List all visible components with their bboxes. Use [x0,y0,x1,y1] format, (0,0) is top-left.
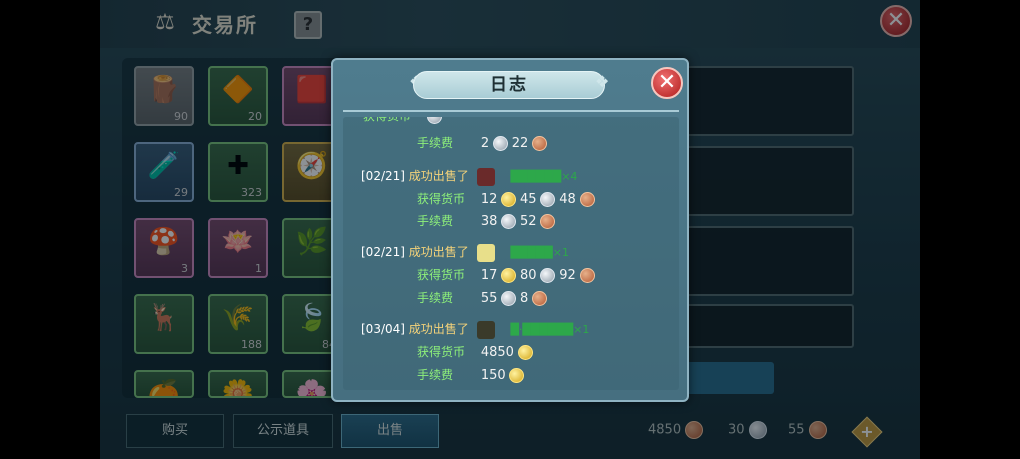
log-line-fee: 手续费 2 22 [417,134,548,151]
gold-balance: 4850 [648,421,704,439]
copper-balance: 55 [788,421,827,439]
log-dialog: ❖ 日志 ❖ ✕ 获得货币 手续费 2 22 [02/21] 成功出售了 ███… [331,58,689,402]
copper-coin-icon [579,268,595,283]
silver-coin-icon [540,192,556,207]
gold-coin-icon [509,368,525,383]
log-line-income: 获得货币 4850 [417,343,533,360]
dialog-header: 日志 [413,71,605,99]
log-line-income: 获得货币 17 80 92 [417,266,595,283]
ornament-right-icon: ❖ [595,72,610,91]
flower-icon: 🌼 [221,379,255,398]
gold-coin-icon [517,345,533,360]
log-line-income: 获得货币 12 45 48 [417,190,595,207]
plus-icon: + [860,422,874,441]
lotus-icon: 🪷 [221,227,255,257]
medallion-icon: ✚ [227,151,249,181]
copper-coin-icon [532,291,548,306]
log-line-fee: 手续费 38 52 [417,212,556,229]
scale-icon: ⚖ [155,10,175,35]
inventory-panel: 🪵 90 🔶 20 🟥 🧪 29 ✚ 323 🧭 🍄 3 🪷 1 🌿 🦌 🌾 188 🍃 84 … [122,58,352,398]
silver-coin-icon [748,421,767,439]
gold-coin-icon [501,192,517,207]
item-slot-antler[interactable]: 🦌 [134,294,194,354]
copper-coin-icon [579,192,595,207]
gold-coin-icon [501,268,517,283]
log-entry-header: [02/21] 成功出售了 █████×1 [361,243,569,262]
crystal-icon: 🔶 [221,75,255,105]
confirm-button[interactable] [682,362,774,394]
coin-icon [685,421,704,439]
dialog-title: 日志 [490,75,528,95]
listing-slot[interactable] [682,304,854,348]
silver-coin-icon [492,136,508,151]
item-slot-flask[interactable]: 🧪 29 [134,142,194,202]
item-slot-partial-1[interactable]: 🍊 [134,370,194,398]
item-slot-mushroom[interactable]: 🍄 3 [134,218,194,278]
log-line-income-partial: 获得货币 [363,117,442,124]
add-currency-button[interactable]: + [851,416,883,448]
silver-coin-icon [540,268,556,283]
sold-item-icon [476,243,495,262]
item-slot-lotus[interactable]: 🪷 1 [208,218,268,278]
item-slot-wood[interactable]: 🪵 90 [134,66,194,126]
flask-icon: 🧪 [147,151,181,181]
item-slot-medallion[interactable]: ✚ 323 [208,142,268,202]
buy-tab[interactable]: 购买 [126,414,224,448]
log-line-fee: 手续费 150 [417,366,525,383]
copper-coin-icon [808,421,827,439]
title-bar: ⚖ 交易所 ? ✕ [100,0,920,48]
listing-slot[interactable] [682,66,854,136]
log-entry-header: [02/21] 成功出售了 ██████×4 [361,167,577,186]
divider [343,110,679,112]
silver-coin-icon [501,291,517,306]
page-title: 交易所 [192,13,258,37]
close-dialog-button[interactable]: ✕ [651,67,683,99]
sold-item-icon [476,320,495,339]
close-exchange-button[interactable]: ✕ [880,5,912,37]
copper-coin-icon [532,136,548,151]
fruit-icon: 🍊 [147,379,181,398]
silver-balance: 30 [728,421,767,439]
showcase-tab[interactable]: 公示道具 [233,414,333,448]
copper-coin-icon [540,214,556,229]
log-entry-header: [03/04] 成功出售了 █·██████×1 [361,320,589,339]
mushroom-icon: 🍄 [147,227,181,257]
item-slot-grass[interactable]: 🌾 188 [208,294,268,354]
sold-item-icon [476,167,495,186]
silver-coin-icon [501,214,517,229]
grass-icon: 🌾 [221,303,255,333]
silver-coin-icon [426,117,442,124]
item-slot-partial-2[interactable]: 🌼 [208,370,268,398]
help-button[interactable]: ? [294,11,322,39]
log-line-fee: 手续费 55 8 [417,289,548,306]
listing-slot[interactable] [682,226,854,296]
log-icon: 🪵 [147,75,181,105]
listing-slot[interactable] [682,146,854,216]
sell-tab[interactable]: 出售 [341,414,439,448]
antler-icon: 🦌 [147,303,181,333]
item-slot-crystal[interactable]: 🔶 20 [208,66,268,126]
log-list[interactable]: 获得货币 手续费 2 22 [02/21] 成功出售了 ██████×4 获得货… [343,117,679,390]
